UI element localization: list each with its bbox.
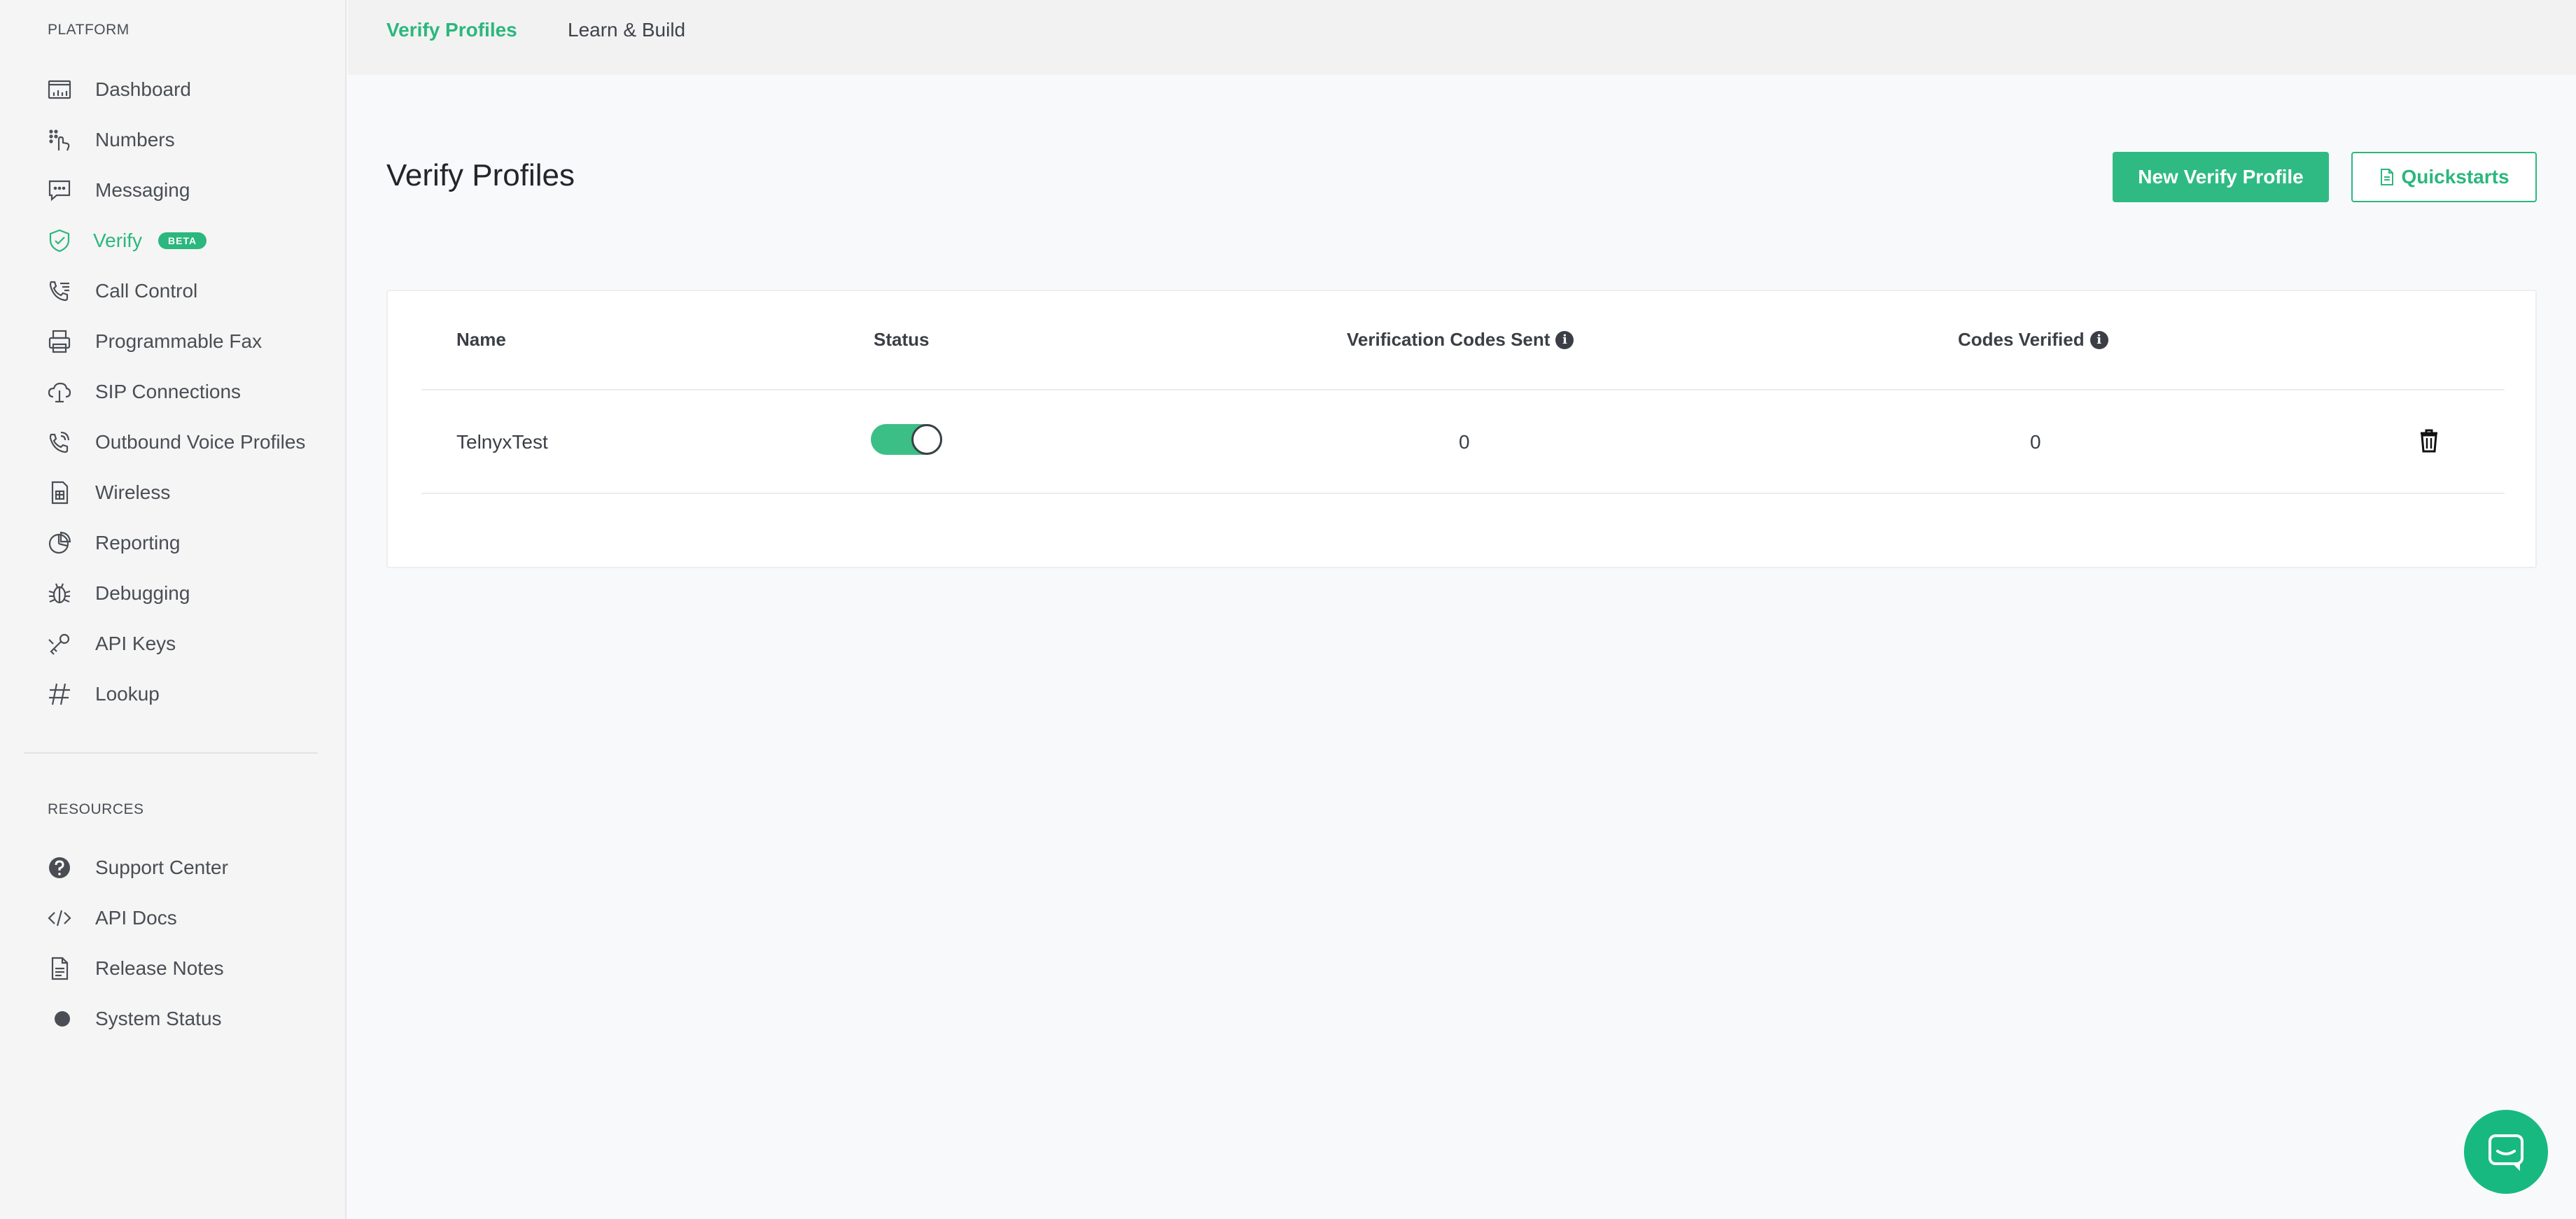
codes-verified-value: 0 bbox=[2030, 431, 2041, 453]
page-title: Verify Profiles bbox=[386, 158, 575, 192]
sidebar-item-label: Numbers bbox=[95, 129, 175, 150]
sidebar-item-api-keys[interactable]: API Keys bbox=[0, 619, 346, 669]
pie-chart-icon bbox=[46, 530, 73, 556]
status-dot-icon bbox=[46, 1006, 73, 1032]
sidebar-item-programmable-fax[interactable]: Programmable Fax bbox=[0, 316, 346, 367]
info-icon[interactable]: i bbox=[2090, 330, 2108, 349]
document-icon bbox=[46, 955, 73, 982]
info-icon[interactable]: i bbox=[1555, 330, 1574, 349]
sidebar-item-lookup[interactable]: Lookup bbox=[0, 669, 346, 719]
sidebar-item-label: Programmable Fax bbox=[95, 330, 262, 352]
sidebar-item-label: Support Center bbox=[95, 857, 228, 878]
outbound-phone-icon bbox=[46, 429, 73, 456]
sidebar-item-label: Debugging bbox=[95, 582, 190, 604]
quickstarts-label: Quickstarts bbox=[2401, 166, 2510, 188]
sidebar-item-api-docs[interactable]: API Docs bbox=[0, 893, 346, 943]
sidebar-item-label: Lookup bbox=[95, 683, 160, 705]
sidebar-item-call-control[interactable]: Call Control bbox=[0, 266, 346, 316]
sidebar-item-debugging[interactable]: Debugging bbox=[0, 568, 346, 619]
sidebar-item-label: Wireless bbox=[95, 481, 171, 503]
messaging-icon bbox=[46, 177, 73, 204]
sidebar-item-system-status[interactable]: System Status bbox=[0, 994, 346, 1044]
sidebar: PLATFORM Dashboard Numbers Messaging Ver… bbox=[0, 0, 346, 1219]
sidebar-divider bbox=[24, 752, 318, 754]
sidebar-item-label: Dashboard bbox=[95, 78, 191, 100]
sidebar-item-label: SIP Connections bbox=[95, 381, 241, 402]
document-icon bbox=[2381, 169, 2394, 185]
platform-section-title: PLATFORM bbox=[48, 22, 130, 38]
tab-learn-build[interactable]: Learn & Build bbox=[568, 19, 685, 41]
code-icon bbox=[46, 905, 73, 931]
toggle-knob bbox=[911, 424, 942, 455]
shield-check-icon bbox=[46, 227, 73, 254]
chat-launcher-button[interactable] bbox=[2464, 1110, 2548, 1194]
key-icon bbox=[46, 630, 73, 657]
sidebar-item-label: System Status bbox=[95, 1008, 222, 1029]
question-icon bbox=[46, 854, 73, 881]
resources-nav: Support Center API Docs Release Notes Sy… bbox=[0, 843, 346, 1044]
row-divider bbox=[421, 493, 2505, 494]
sidebar-item-label: Reporting bbox=[95, 532, 181, 554]
sidebar-item-wireless[interactable]: Wireless bbox=[0, 467, 346, 518]
platform-nav: Dashboard Numbers Messaging Verify BETA bbox=[0, 64, 346, 719]
resources-section-title: RESOURCES bbox=[48, 801, 144, 817]
sim-card-icon bbox=[46, 479, 73, 506]
sidebar-item-dashboard[interactable]: Dashboard bbox=[0, 64, 346, 115]
column-header-codes-verified[interactable]: Codes Verified i bbox=[1958, 329, 2108, 351]
new-verify-profile-button[interactable]: New Verify Profile bbox=[2113, 152, 2329, 202]
header-divider bbox=[421, 389, 2505, 390]
sidebar-item-label: Verify bbox=[93, 230, 143, 251]
beta-badge: BETA bbox=[158, 232, 207, 249]
numbers-icon bbox=[46, 127, 73, 153]
call-control-icon bbox=[46, 278, 73, 304]
hash-icon bbox=[46, 681, 73, 707]
dashboard-icon bbox=[46, 76, 73, 103]
sidebar-item-release-notes[interactable]: Release Notes bbox=[0, 943, 346, 994]
sidebar-item-outbound-voice-profiles[interactable]: Outbound Voice Profiles bbox=[0, 417, 346, 467]
sip-cloud-icon bbox=[46, 379, 73, 405]
codes-sent-value: 0 bbox=[1459, 431, 1470, 453]
sidebar-item-label: Release Notes bbox=[95, 957, 224, 979]
sidebar-item-sip-connections[interactable]: SIP Connections bbox=[0, 367, 346, 417]
fax-icon bbox=[46, 328, 73, 355]
tab-verify-profiles[interactable]: Verify Profiles bbox=[386, 19, 517, 41]
sidebar-item-reporting[interactable]: Reporting bbox=[0, 518, 346, 568]
chat-icon bbox=[2488, 1134, 2524, 1171]
sidebar-item-label: Call Control bbox=[95, 280, 198, 302]
sidebar-item-numbers[interactable]: Numbers bbox=[0, 115, 346, 165]
bug-icon bbox=[46, 580, 73, 607]
delete-profile-button[interactable] bbox=[2418, 428, 2440, 453]
sidebar-item-support-center[interactable]: Support Center bbox=[0, 843, 346, 893]
column-header-status[interactable]: Status bbox=[874, 329, 929, 351]
sidebar-item-label: Outbound Voice Profiles bbox=[95, 431, 306, 453]
profile-name[interactable]: TelnyxTest bbox=[456, 431, 548, 453]
sidebar-item-label: Messaging bbox=[95, 179, 190, 201]
sidebar-item-label: API Docs bbox=[95, 907, 177, 929]
status-toggle[interactable] bbox=[871, 424, 942, 455]
top-tab-bar: Verify Profiles Learn & Build bbox=[348, 0, 2576, 75]
sidebar-item-messaging[interactable]: Messaging bbox=[0, 165, 346, 216]
trash-icon bbox=[2421, 429, 2437, 453]
quickstarts-button[interactable]: Quickstarts bbox=[2351, 152, 2537, 202]
column-header-codes-sent[interactable]: Verification Codes Sent i bbox=[1347, 329, 1574, 351]
column-header-name[interactable]: Name bbox=[456, 329, 506, 351]
sidebar-item-verify[interactable]: Verify BETA bbox=[0, 216, 346, 266]
verify-profiles-table: Name Status Verification Codes Sent i Co… bbox=[386, 290, 2537, 568]
sidebar-item-label: API Keys bbox=[95, 633, 176, 654]
